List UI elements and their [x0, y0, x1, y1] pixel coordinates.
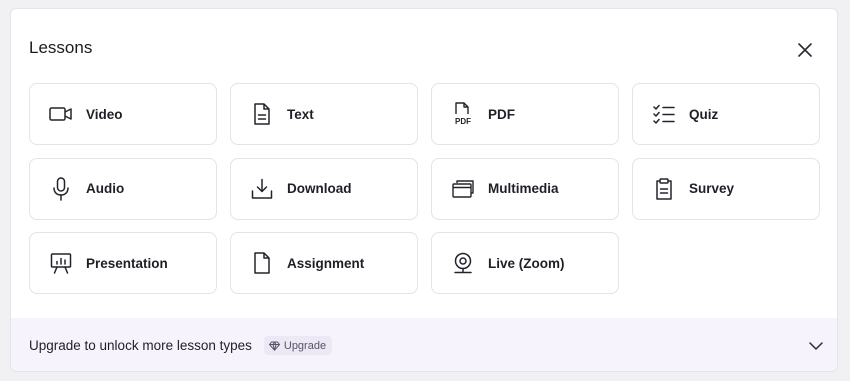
lesson-type-label: Presentation — [86, 255, 168, 271]
lesson-type-label: Quiz — [689, 106, 719, 122]
pdf-icon: PDF — [450, 101, 476, 127]
video-camera-icon — [48, 101, 74, 127]
lesson-type-download[interactable]: Download — [230, 157, 418, 220]
lesson-type-multimedia[interactable]: Multimedia — [431, 157, 619, 220]
lesson-type-label: PDF — [488, 106, 515, 122]
lesson-type-grid: Video Text PDF PDF Quiz Audio Download M… — [29, 83, 820, 294]
modal-title: Lessons — [29, 38, 93, 57]
lesson-type-quiz[interactable]: Quiz — [632, 83, 820, 145]
gem-icon — [268, 341, 280, 351]
lesson-type-survey[interactable]: Survey — [632, 157, 820, 220]
lesson-type-label: Assignment — [287, 255, 365, 271]
lesson-type-presentation[interactable]: Presentation — [29, 232, 217, 294]
checklist-icon — [651, 101, 677, 127]
text-document-icon — [249, 101, 275, 127]
microphone-icon — [48, 176, 74, 202]
lesson-type-label: Text — [287, 106, 314, 122]
lesson-type-text[interactable]: Text — [230, 83, 418, 145]
upgrade-badge[interactable]: Upgrade — [263, 336, 333, 355]
blank-document-icon — [249, 250, 275, 276]
lesson-type-label: Download — [287, 181, 352, 196]
lesson-type-video[interactable]: Video — [29, 83, 217, 145]
lesson-type-label: Survey — [689, 181, 735, 196]
upgrade-footer[interactable]: Upgrade to unlock more lesson types Upgr… — [11, 318, 837, 371]
clipboard-icon — [651, 176, 677, 202]
lessons-modal: Lessons Video Text PDF PDF Quiz Audio Do… — [10, 8, 838, 372]
close-button[interactable] — [793, 38, 817, 62]
lesson-type-label: Video — [86, 106, 123, 122]
presentation-board-icon — [48, 250, 74, 276]
upgrade-message: Upgrade to unlock more lesson types — [29, 338, 252, 353]
lesson-type-live-zoom[interactable]: Live (Zoom) — [431, 232, 619, 294]
lesson-type-assignment[interactable]: Assignment — [230, 232, 418, 294]
download-icon — [249, 176, 275, 202]
lesson-type-label: Audio — [86, 181, 125, 196]
lesson-type-label: Live (Zoom) — [488, 255, 565, 271]
close-icon — [798, 43, 812, 57]
lesson-type-pdf[interactable]: PDF PDF — [431, 83, 619, 145]
pdf-icon-text: PDF — [455, 117, 471, 126]
webcam-icon — [450, 250, 476, 276]
expand-footer-button[interactable] — [808, 338, 824, 354]
stacked-windows-icon — [450, 176, 476, 202]
upgrade-badge-label: Upgrade — [283, 339, 327, 352]
chevron-down-icon — [809, 341, 823, 350]
lesson-type-label: Multimedia — [488, 181, 559, 196]
lesson-type-audio[interactable]: Audio — [29, 157, 217, 220]
